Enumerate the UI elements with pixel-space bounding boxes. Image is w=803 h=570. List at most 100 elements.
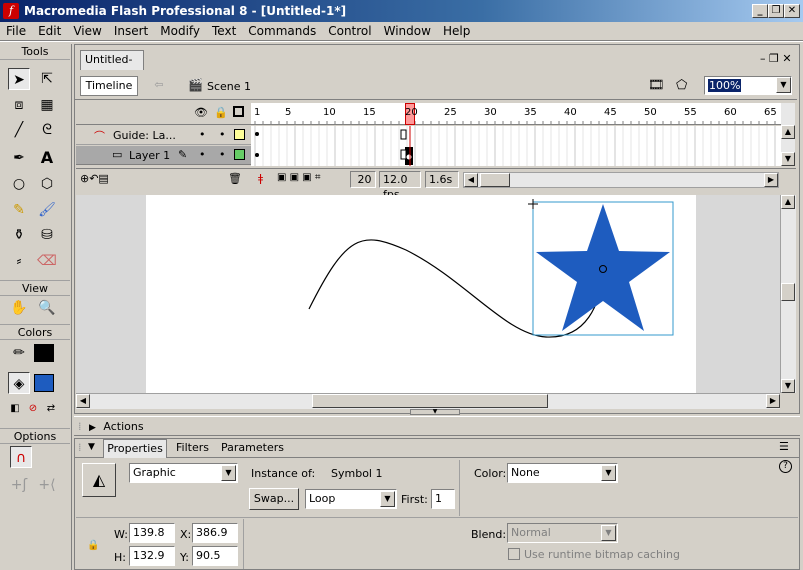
timeline-hscroll[interactable]: ◀ ▶ — [463, 172, 779, 188]
scroll-down-icon[interactable]: ▼ — [781, 152, 795, 166]
eyedropper-icon[interactable]: ⸗ — [8, 250, 30, 272]
layer-row-layer1[interactable]: ▭ Layer 1 ✎ • • — [76, 146, 251, 165]
chevron-down-icon[interactable]: ▼ — [601, 465, 616, 481]
restore-button[interactable]: ❐ — [768, 4, 784, 18]
zoom-dropdown-icon[interactable]: ▼ — [776, 77, 791, 93]
lock-dot[interactable]: • — [219, 128, 226, 141]
menu-control[interactable]: Control — [322, 24, 377, 38]
onion-skin-icons[interactable]: ▣ ▣ ▣ ⌗ — [277, 172, 321, 183]
menu-window[interactable]: Window — [378, 24, 437, 38]
outline-color-box[interactable] — [234, 129, 245, 140]
scroll-up-icon[interactable]: ▲ — [781, 125, 795, 139]
scroll-right-icon[interactable]: ▶ — [766, 394, 780, 408]
back-arrow-icon[interactable]: ⇦ — [150, 78, 168, 94]
lock-proportions-icon[interactable]: 🔒 — [87, 540, 99, 551]
stage-hscroll[interactable]: ◀ ▶ — [76, 393, 780, 409]
tab-properties[interactable]: Properties — [103, 439, 167, 458]
scroll-right-icon[interactable]: ▶ — [764, 173, 778, 187]
color-effect-select[interactable]: None ▼ — [507, 463, 618, 483]
panel-menu-icon[interactable]: ☰ — [779, 440, 789, 453]
visibility-dot[interactable]: • — [199, 128, 206, 141]
doc-window-controls[interactable]: – ❐ ✕ — [760, 52, 792, 65]
gradient-transform-icon[interactable]: ▦ — [36, 94, 58, 116]
swap-button[interactable]: Swap... — [249, 488, 299, 510]
chevron-down-icon[interactable]: ▼ — [601, 525, 616, 541]
smooth-icon[interactable]: +ʃ — [8, 474, 30, 496]
loop-select[interactable]: Loop ▼ — [305, 489, 397, 509]
timeline-vscroll[interactable]: ▲ ▼ — [781, 103, 795, 166]
lasso-tool-icon[interactable]: ᘓ — [36, 119, 58, 141]
menu-text[interactable]: Text — [206, 24, 242, 38]
line-tool-icon[interactable]: ╱ — [8, 119, 30, 141]
ink-bottle-icon[interactable]: ⚱ — [8, 224, 30, 246]
snap-magnet-icon[interactable]: ∩ — [10, 446, 32, 468]
edit-symbols-icon[interactable]: ⬠ — [676, 78, 687, 93]
actions-panel-bar[interactable]: ⁞ ▶ Actions — [74, 416, 800, 436]
selection-tool-icon[interactable]: ➤ — [8, 68, 30, 90]
menu-modify[interactable]: Modify — [154, 24, 206, 38]
oval-tool-icon[interactable]: ○ — [8, 173, 30, 195]
width-input[interactable]: 139.8 — [129, 523, 175, 543]
delete-layer-icon[interactable]: 🗑 — [228, 172, 242, 185]
eraser-icon[interactable]: ⌫ — [36, 250, 58, 272]
menu-help[interactable]: Help — [437, 24, 476, 38]
scroll-left-icon[interactable]: ◀ — [464, 173, 478, 187]
scroll-left-icon[interactable]: ◀ — [76, 394, 90, 408]
scene-label[interactable]: Scene 1 — [207, 80, 251, 93]
lock-dot[interactable]: • — [219, 148, 226, 161]
pencil-tool-icon[interactable]: ✎ — [8, 199, 30, 221]
straighten-icon[interactable]: +⟨ — [36, 474, 58, 496]
layer-row-guide[interactable]: ⌒ Guide: La... • • — [76, 126, 251, 145]
subselection-tool-icon[interactable]: ⇱ — [36, 68, 58, 90]
blend-select[interactable]: Normal ▼ — [507, 523, 618, 543]
fill-color-swatch[interactable] — [34, 374, 54, 392]
scroll-up-icon[interactable]: ▲ — [781, 195, 795, 209]
menu-view[interactable]: View — [67, 24, 107, 38]
outline-color-box[interactable] — [234, 149, 245, 160]
frames-grid[interactable] — [251, 126, 781, 166]
pen-tool-icon[interactable]: ✒ — [8, 147, 30, 169]
hand-tool-icon[interactable]: ✋ — [8, 297, 30, 319]
x-input[interactable]: 386.9 — [192, 523, 238, 543]
collapse-arrow-icon[interactable]: ▼ — [88, 442, 95, 452]
tab-parameters[interactable]: Parameters — [221, 441, 284, 454]
scroll-down-icon[interactable]: ▼ — [781, 379, 795, 393]
insert-layer-icon[interactable]: ⊕↶▤ — [80, 172, 109, 185]
eye-icon[interactable]: 👁 — [194, 106, 208, 119]
minimize-button[interactable]: _ — [752, 4, 768, 18]
stage-vscroll[interactable]: ▲ ▼ — [780, 195, 796, 393]
bitmap-caching-checkbox[interactable] — [508, 548, 520, 560]
timeline-toggle-button[interactable]: Timeline — [80, 76, 138, 96]
swap-colors-icon[interactable]: ⇄ — [40, 398, 62, 420]
chevron-down-icon[interactable]: ▼ — [221, 465, 236, 481]
help-icon[interactable]: ? — [779, 460, 792, 473]
panel-collapse-handle[interactable]: ▼ — [410, 409, 460, 415]
free-transform-icon[interactable]: ⧈ — [8, 94, 30, 116]
tab-filters[interactable]: Filters — [176, 441, 209, 454]
menu-insert[interactable]: Insert — [108, 24, 154, 38]
close-button[interactable]: ✕ — [784, 4, 800, 18]
chevron-down-icon[interactable]: ▼ — [380, 491, 395, 507]
brush-tool-icon[interactable]: 🖌 — [36, 199, 58, 221]
symbol-behavior-select[interactable]: Graphic ▼ — [129, 463, 238, 483]
stage[interactable] — [146, 195, 696, 393]
visibility-dot[interactable]: • — [199, 148, 206, 161]
first-frame-input[interactable]: 1 — [431, 489, 455, 509]
lock-icon[interactable]: 🔒 — [214, 106, 228, 119]
height-input[interactable]: 132.9 — [129, 546, 175, 566]
zoom-tool-icon[interactable]: 🔍 — [36, 297, 58, 319]
y-input[interactable]: 90.5 — [192, 546, 238, 566]
menu-file[interactable]: File — [0, 24, 32, 38]
menu-commands[interactable]: Commands — [242, 24, 322, 38]
document-tab[interactable]: Untitled-1* — [80, 50, 144, 84]
frame-rate[interactable]: 12.0 fps — [379, 171, 421, 201]
edit-scene-icon[interactable]: 🎞 — [648, 78, 665, 93]
scroll-thumb[interactable] — [781, 283, 795, 301]
expand-arrow-icon[interactable]: ▶ — [85, 423, 96, 433]
text-tool-icon[interactable]: A — [36, 147, 58, 169]
scroll-thumb[interactable] — [312, 394, 548, 408]
menu-edit[interactable]: Edit — [32, 24, 67, 38]
outline-icon[interactable] — [233, 106, 244, 117]
zoom-select[interactable]: 100% ▼ — [704, 76, 792, 95]
stroke-color-swatch[interactable] — [34, 344, 54, 362]
